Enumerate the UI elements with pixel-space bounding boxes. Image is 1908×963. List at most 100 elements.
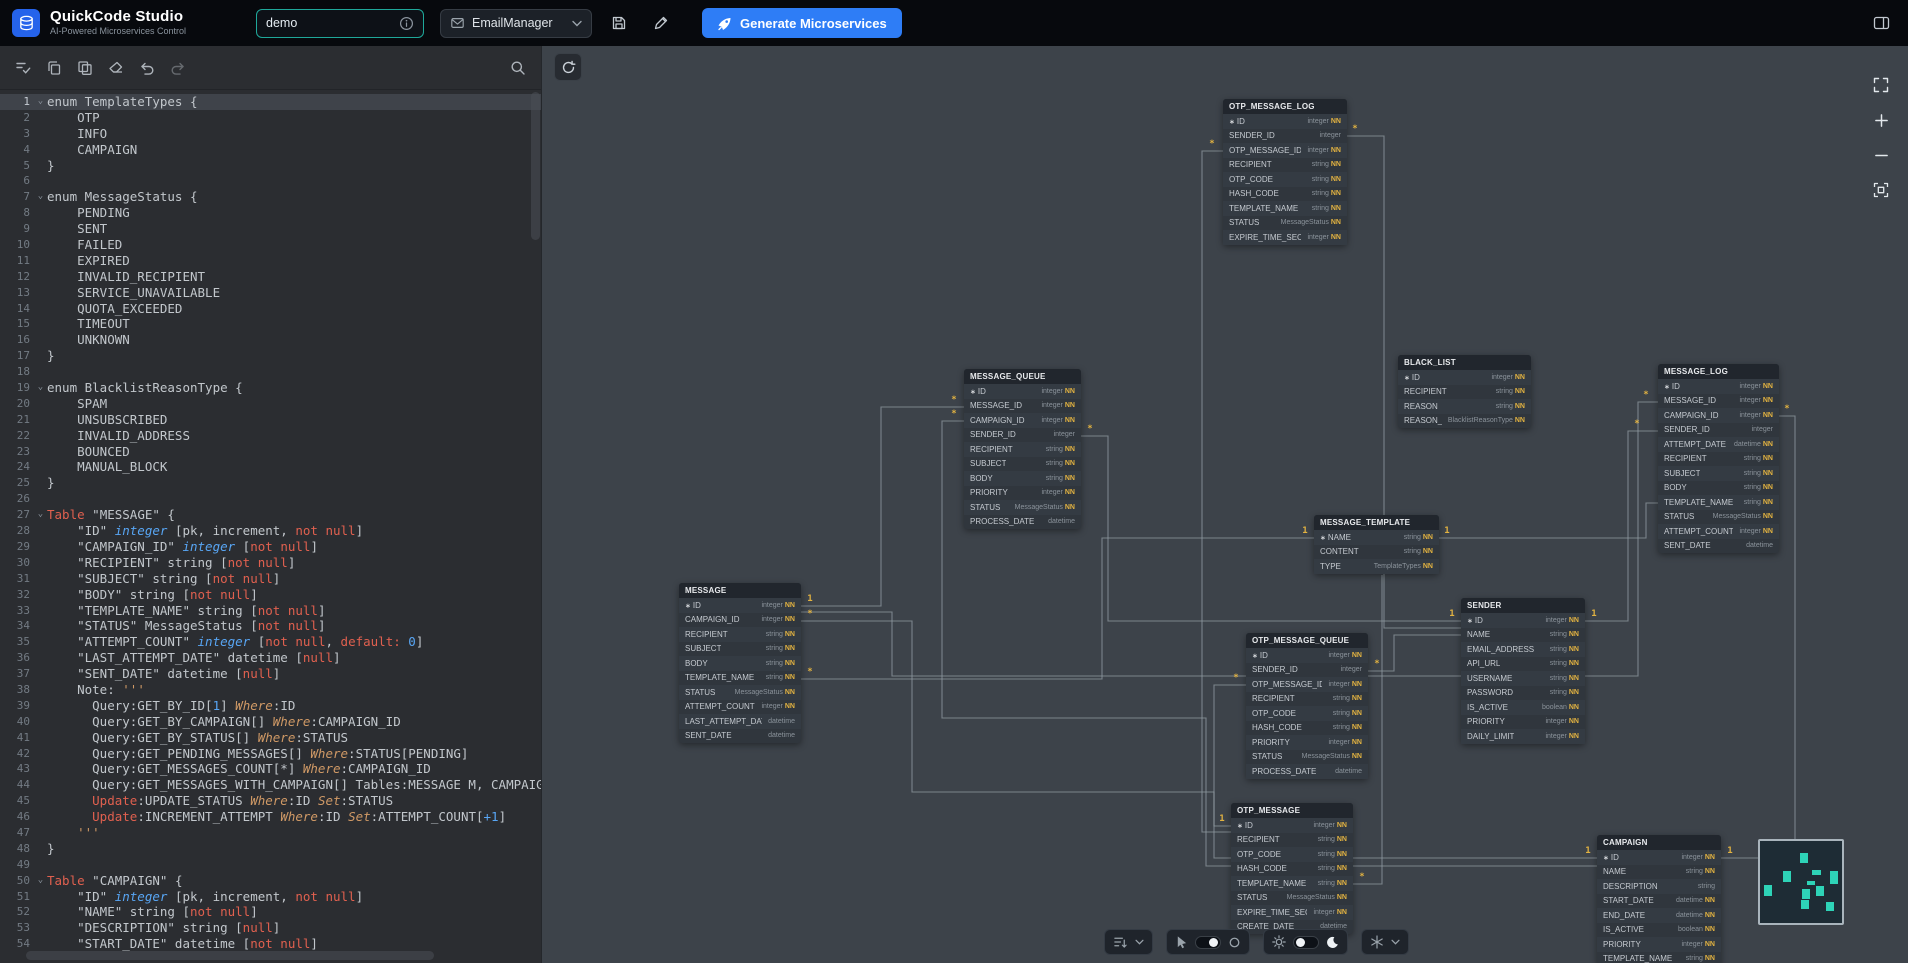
relationship-edge[interactable] [801,538,1314,679]
er-field-row[interactable]: BODYstringNN [679,656,801,671]
code-line[interactable]: 10 FAILED [0,237,541,253]
code-line[interactable]: 4 CAMPAIGN [0,142,541,158]
er-field-row[interactable]: ∗IDintegerNN [1597,850,1721,865]
er-field-row[interactable]: STATUSMessageStatusNN [1223,216,1347,231]
er-field-row[interactable]: ∗IDintegerNN [964,384,1081,399]
fold-icon[interactable]: ⌄ [34,507,47,523]
code-line[interactable]: 40 Query:GET_BY_CAMPAIGN[] Where:CAMPAIG… [0,714,541,730]
code-line[interactable]: 29 "CAMPAIGN_ID" integer [not null] [0,539,541,555]
vertical-scrollbar[interactable] [531,92,540,240]
er-field-row[interactable]: PRIORITYintegerNN [1461,715,1585,730]
code-line[interactable]: 50⌄Table "CAMPAIGN" { [0,873,541,889]
er-field-row[interactable]: ∗NAMEstringNN [1314,530,1439,545]
format-code-button[interactable] [10,55,36,81]
code-editor[interactable]: 1⌄enum TemplateTypes {2 OTP3 INFO4 CAMPA… [0,90,541,963]
er-field-row[interactable]: OTP_MESSAGE_IDintegerNN [1246,677,1368,692]
theme-toggle[interactable] [1263,929,1348,955]
er-field-row[interactable]: ∗IDintegerNN [1231,818,1353,833]
er-field-row[interactable]: PRIORITYintegerNN [1597,937,1721,952]
er-table-header[interactable]: OTP_MESSAGE_LOG [1223,99,1347,114]
code-line[interactable]: 14 QUOTA_EXCEEDED [0,301,541,317]
er-field-row[interactable]: USERNAMEstringNN [1461,671,1585,686]
er-field-row[interactable]: OTP_CODEstringNN [1223,172,1347,187]
code-line[interactable]: 18 [0,364,541,380]
er-field-row[interactable]: RECIPIENTstringNN [1398,385,1531,400]
er-table-header[interactable]: CAMPAIGN [1597,835,1721,850]
horizontal-scrollbar[interactable] [26,951,434,960]
fold-icon[interactable]: ⌄ [34,189,47,205]
fold-icon[interactable]: ⌄ [34,94,47,110]
code-line[interactable]: 35 "ATTEMPT_COUNT" integer [not null, de… [0,634,541,650]
er-table-campaign[interactable]: CAMPAIGN∗IDintegerNNNAMEstringNNDESCRIPT… [1597,835,1721,963]
er-field-row[interactable]: LAST_ATTEMPT_DATEdatetime [679,714,801,729]
er-field-row[interactable]: RECIPIENTstringNN [1246,692,1368,707]
code-line[interactable]: 31 "SUBJECT" string [not null] [0,571,541,587]
er-field-row[interactable]: DESCRIPTIONstring [1597,879,1721,894]
zoom-out-button[interactable] [1870,144,1892,166]
code-line[interactable]: 1⌄enum TemplateTypes { [0,94,541,110]
er-field-row[interactable]: BODYstringNN [1658,481,1779,496]
er-field-row[interactable]: SENT_DATEdatetime [679,729,801,744]
code-line[interactable]: 47 ''' [0,825,541,841]
code-line[interactable]: 37 "SENT_DATE" datetime [null] [0,666,541,682]
er-field-row[interactable]: ATTEMPT_COUNTintegerNN [679,700,801,715]
er-field-row[interactable]: STATUSMessageStatusNN [1658,510,1779,525]
er-table-sender[interactable]: SENDER∗IDintegerNNNAMEstringNNEMAIL_ADDR… [1461,598,1585,744]
er-field-row[interactable]: EXPIRE_TIME_SECONDSintegerNN [1231,905,1353,920]
er-field-row[interactable]: PROCESS_DATEdatetime [964,515,1081,530]
generate-microservices-button[interactable]: Generate Microservices [702,8,902,38]
app-logo[interactable] [12,9,40,37]
er-field-row[interactable]: RECIPIENTstringNN [964,442,1081,457]
code-line[interactable]: 38 Note: ''' [0,682,541,698]
code-line[interactable]: 17} [0,348,541,364]
info-icon[interactable] [399,16,414,31]
code-line[interactable]: 16 UNKNOWN [0,332,541,348]
er-field-row[interactable]: STATUSMessageStatusNN [964,500,1081,515]
code-line[interactable]: 23 BOUNCED [0,444,541,460]
er-field-row[interactable]: OTP_MESSAGE_IDintegerNN [1223,143,1347,158]
er-field-row[interactable]: ∗IDintegerNN [1246,648,1368,663]
er-field-row[interactable]: CAMPAIGN_IDintegerNN [964,413,1081,428]
code-line[interactable]: 15 TIMEOUT [0,316,541,332]
er-table-message_queue[interactable]: MESSAGE_QUEUE∗IDintegerNNMESSAGE_IDinteg… [964,369,1081,529]
manager-select[interactable]: EmailManager [440,9,592,38]
er-field-row[interactable]: NAMEstringNN [1461,628,1585,643]
fold-icon[interactable]: ⌄ [34,873,47,889]
er-table-message_template[interactable]: MESSAGE_TEMPLATE∗NAMEstringNNCONTENTstri… [1314,515,1439,574]
code-line[interactable]: 45 Update:UPDATE_STATUS Where:ID Set:STA… [0,793,541,809]
er-field-row[interactable]: MESSAGE_IDintegerNN [1658,394,1779,409]
er-field-row[interactable]: OTP_CODEstringNN [1246,706,1368,721]
code-line[interactable]: 3 INFO [0,126,541,142]
er-field-row[interactable]: PRIORITYintegerNN [964,486,1081,501]
er-field-row[interactable]: STATUSMessageStatusNN [1246,750,1368,765]
code-line[interactable]: 20 SPAM [0,396,541,412]
pointer-mode-switch[interactable] [1195,936,1221,949]
code-line[interactable]: 42 Query:GET_PENDING_MESSAGES[] Where:ST… [0,746,541,762]
er-field-row[interactable]: NAMEstringNN [1597,865,1721,880]
code-line[interactable]: 52 "NAME" string [not null] [0,904,541,920]
diagram-canvas[interactable]: 1**1**1*1*1****1*1*1* OTP_MESSAGE_LOG∗ID… [541,46,1908,963]
er-field-row[interactable]: TEMPLATE_NAMEstringNN [1658,495,1779,510]
clear-button[interactable] [103,55,129,81]
relationship-edge[interactable] [801,407,964,606]
code-line[interactable]: 30 "RECIPIENT" string [not null] [0,555,541,571]
maximize-button[interactable] [1870,74,1892,96]
er-field-row[interactable]: STATUSMessageStatusNN [679,685,801,700]
code-line[interactable]: 26 [0,491,541,507]
er-field-row[interactable]: HASH_CODEstringNN [1246,721,1368,736]
code-line[interactable]: 46 Update:INCREMENT_ATTEMPT Where:ID Set… [0,809,541,825]
er-field-row[interactable]: BODYstringNN [964,471,1081,486]
er-field-row[interactable]: MESSAGE_IDintegerNN [964,399,1081,414]
search-button[interactable] [505,55,531,81]
er-field-row[interactable]: PRIORITYintegerNN [1246,735,1368,750]
code-line[interactable]: 44 Query:GET_MESSAGES_WITH_CAMPAIGN[] Ta… [0,777,541,793]
er-field-row[interactable]: SENDER_IDinteger [1658,423,1779,438]
code-line[interactable]: 48} [0,841,541,857]
er-field-row[interactable]: SUBJECTstringNN [1658,466,1779,481]
er-field-row[interactable]: PROCESS_DATEdatetime [1246,764,1368,779]
er-field-row[interactable]: CAMPAIGN_IDintegerNN [1658,408,1779,423]
er-field-row[interactable]: EXPIRE_TIME_SECONDSintegerNN [1223,230,1347,245]
er-table-message_log[interactable]: MESSAGE_LOG∗IDintegerNNMESSAGE_IDinteger… [1658,364,1779,553]
code-line[interactable]: 7⌄enum MessageStatus { [0,189,541,205]
er-table-header[interactable]: SENDER [1461,598,1585,613]
